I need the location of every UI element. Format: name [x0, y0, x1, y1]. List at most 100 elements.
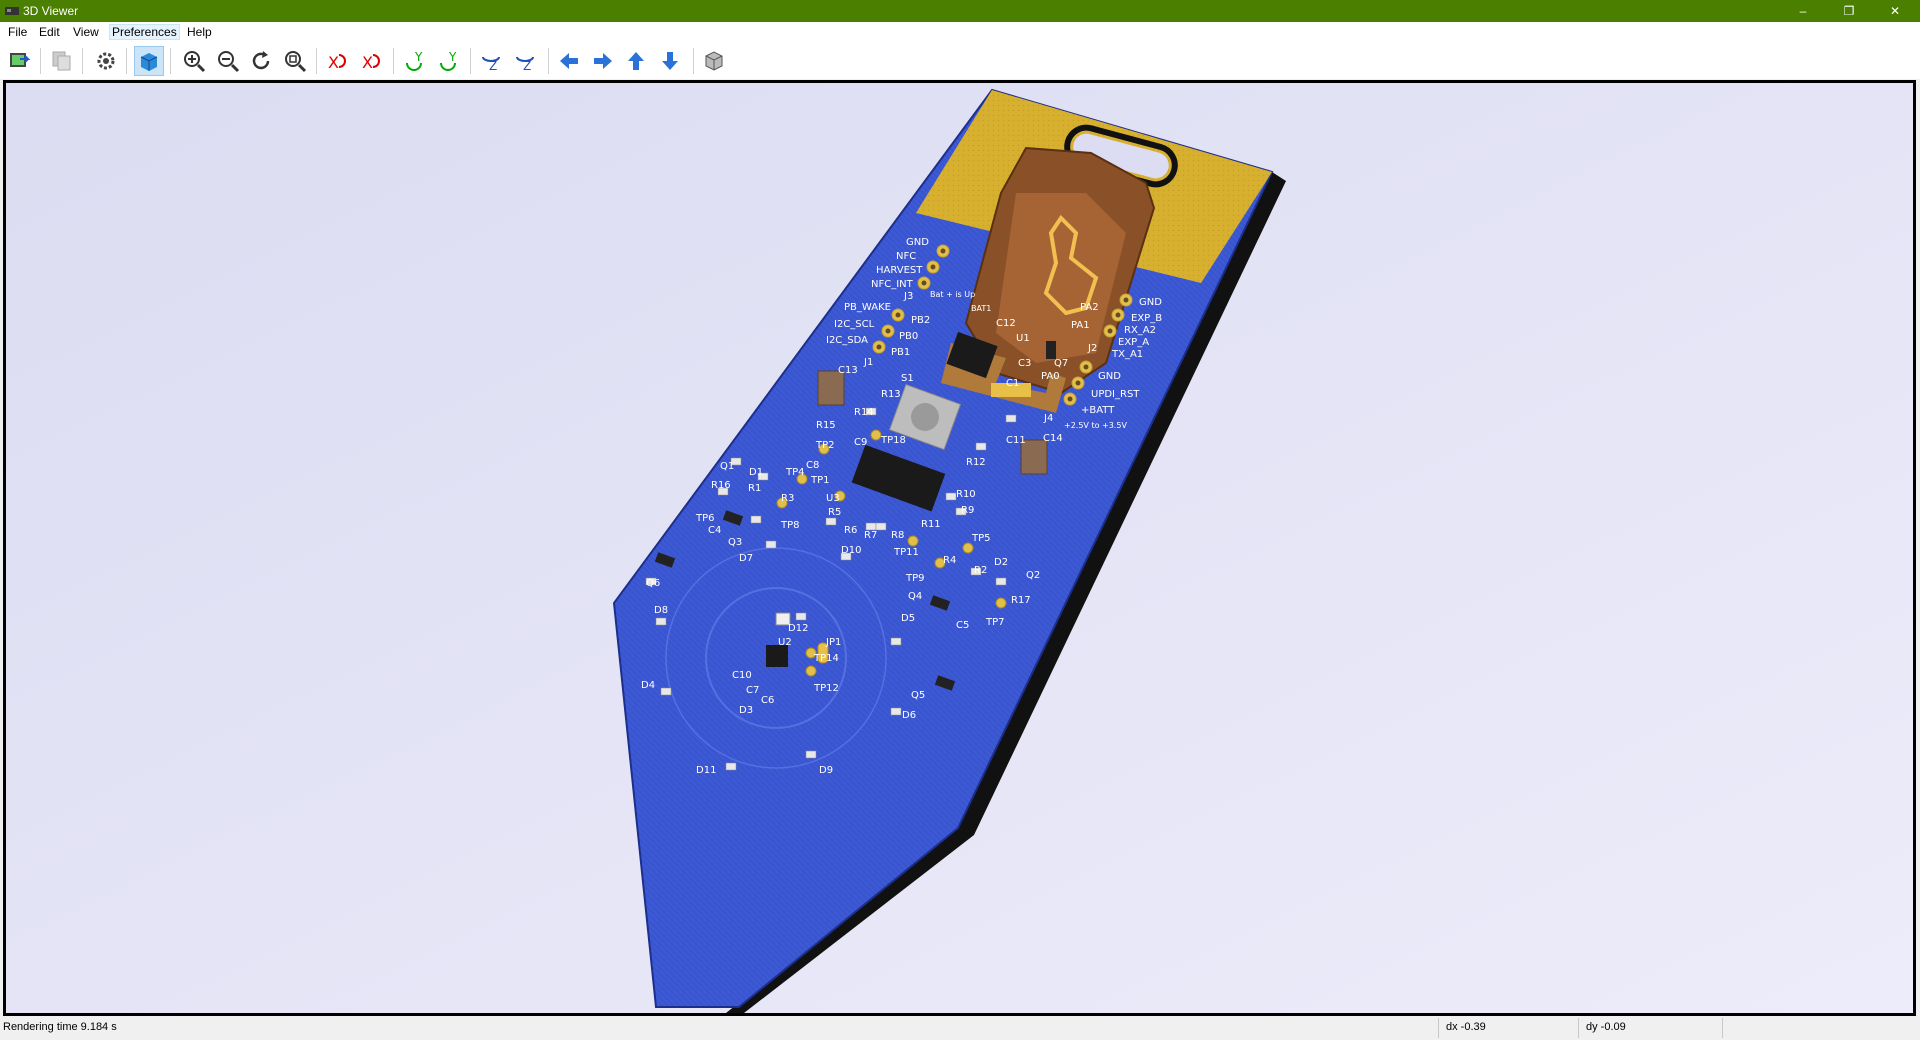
move-left-button[interactable]: [555, 47, 583, 75]
ortho-toggle-icon: [705, 51, 723, 71]
move-right-button[interactable]: [589, 47, 617, 75]
move-down-icon: [662, 52, 678, 70]
label-tx-a1: TX_A1: [1111, 349, 1143, 360]
export-image-button[interactable]: [6, 47, 34, 75]
label-r8: R8: [891, 530, 904, 541]
menu-edit[interactable]: Edit: [37, 25, 62, 39]
label-pb1: PB1: [891, 347, 910, 358]
label-r6: R6: [844, 525, 857, 536]
label-c9: C9: [854, 437, 867, 448]
label-u2: U2: [778, 637, 792, 648]
zoom-fit-button[interactable]: [281, 47, 309, 75]
zoom-in-button[interactable]: [180, 47, 208, 75]
label-d10: D10: [841, 545, 861, 556]
menu-preferences[interactable]: Preferences: [109, 24, 180, 40]
move-up-button[interactable]: [622, 47, 650, 75]
label-bat1: BAT1: [971, 304, 991, 313]
label-d7: D7: [739, 553, 753, 564]
restore-button[interactable]: ❐: [1826, 0, 1872, 22]
label-nfc-int: NFC_INT: [871, 279, 914, 290]
rotate-z-cw-button[interactable]: Z: [477, 47, 505, 75]
minimize-button[interactable]: –: [1780, 0, 1826, 22]
toolbar: X X Y Y Z Z: [0, 42, 1920, 79]
copy-button[interactable]: [48, 47, 76, 75]
copy-icon: [52, 51, 71, 71]
label-pb2: PB2: [911, 315, 930, 326]
svg-text:X: X: [362, 53, 373, 72]
label-r12: R12: [966, 457, 986, 468]
status-bar: Rendering time 9.184 s dx -0.39 dy -0.09: [0, 1016, 1920, 1040]
dy-status: dy -0.09: [1586, 1021, 1626, 1033]
ortho-toggle-button[interactable]: [700, 47, 728, 75]
label-updi-rst: UPDI_RST: [1091, 389, 1140, 400]
rotate-x-ccw-icon: X: [362, 53, 380, 72]
redraw-button[interactable]: [247, 47, 275, 75]
restore-icon: ❐: [1843, 4, 1855, 18]
minimize-icon: –: [1799, 4, 1807, 18]
label-d2: D2: [994, 557, 1008, 568]
menu-help[interactable]: Help: [185, 25, 214, 39]
label-tp8: TP8: [780, 520, 800, 531]
label-pa0: PA0: [1041, 371, 1060, 382]
label-r9: R9: [961, 505, 974, 516]
menu-view[interactable]: View: [71, 25, 101, 39]
window-title: 3D Viewer: [23, 4, 79, 18]
title-bar: 3D Viewer – ❐ ✕: [0, 0, 1920, 22]
label-gnd-j2: GND: [1139, 297, 1162, 308]
rotate-z-cw-icon: Z: [482, 56, 500, 73]
svg-text:Y: Y: [448, 50, 457, 64]
label-rx-a2: RX_A2: [1124, 325, 1156, 336]
raytrace-toggle[interactable]: [134, 46, 164, 76]
zoom-out-icon: [218, 51, 240, 73]
menu-bar: File Edit View Preferences Help: [0, 22, 1920, 42]
label-d8: D8: [654, 605, 668, 616]
label-exp-b: EXP_B: [1131, 313, 1162, 324]
label-tp7: TP7: [985, 617, 1005, 628]
rotate-y-ccw-icon: Y: [440, 50, 457, 71]
raytrace-icon: [140, 53, 158, 71]
rotate-y-ccw-button[interactable]: Y: [435, 47, 463, 75]
label-i2c-sda: I2C_SDA: [826, 335, 868, 346]
label-i2c-scl: I2C_SCL: [834, 319, 875, 330]
3d-viewport[interactable]: GND NFC HARVEST NFC_INT J3 Bat + is Up B…: [3, 80, 1916, 1016]
label-r5: R5: [828, 507, 841, 518]
menu-file[interactable]: File: [6, 25, 29, 39]
label-harvest: HARVEST: [876, 265, 923, 276]
label-j3: J3: [903, 291, 913, 302]
label-j2: J2: [1087, 343, 1097, 354]
label-r17: R17: [1011, 595, 1031, 606]
rotate-z-ccw-button[interactable]: Z: [511, 47, 539, 75]
rotate-x-ccw-button[interactable]: X: [357, 47, 385, 75]
label-gnd: GND: [906, 237, 929, 248]
settings-button[interactable]: [92, 47, 120, 75]
rotate-x-cw-button[interactable]: X: [323, 47, 351, 75]
label-nfc: NFC: [896, 251, 916, 262]
label-c8: C8: [806, 460, 819, 471]
label-exp-a: EXP_A: [1118, 337, 1149, 348]
label-q3: Q3: [728, 537, 742, 548]
label-d5: D5: [901, 613, 915, 624]
rotate-y-cw-button[interactable]: Y: [401, 47, 429, 75]
export-icon: [10, 53, 31, 67]
svg-text:Y: Y: [414, 50, 423, 64]
cap-c13: [817, 370, 845, 406]
label-r10: R10: [956, 489, 976, 500]
label-pb-wake: PB_WAKE: [844, 302, 891, 313]
move-down-button[interactable]: [656, 47, 684, 75]
zoom-out-button[interactable]: [214, 47, 242, 75]
label-d4: D4: [641, 680, 655, 691]
label-c13: C13: [838, 365, 858, 376]
close-button[interactable]: ✕: [1872, 0, 1918, 22]
label-c4: C4: [708, 525, 721, 536]
label-q1: Q1: [720, 461, 734, 472]
label-r2: R2: [974, 565, 987, 576]
label-u1: U1: [1016, 333, 1030, 344]
move-left-icon: [560, 53, 578, 69]
ic-u2: [766, 645, 788, 667]
label-c7: C7: [746, 685, 759, 696]
label-r16: R16: [711, 480, 731, 491]
label-q5: Q5: [911, 690, 925, 701]
label-r15: R15: [816, 420, 836, 431]
label-tp9: TP9: [905, 573, 925, 584]
label-u3: U3: [826, 493, 840, 504]
